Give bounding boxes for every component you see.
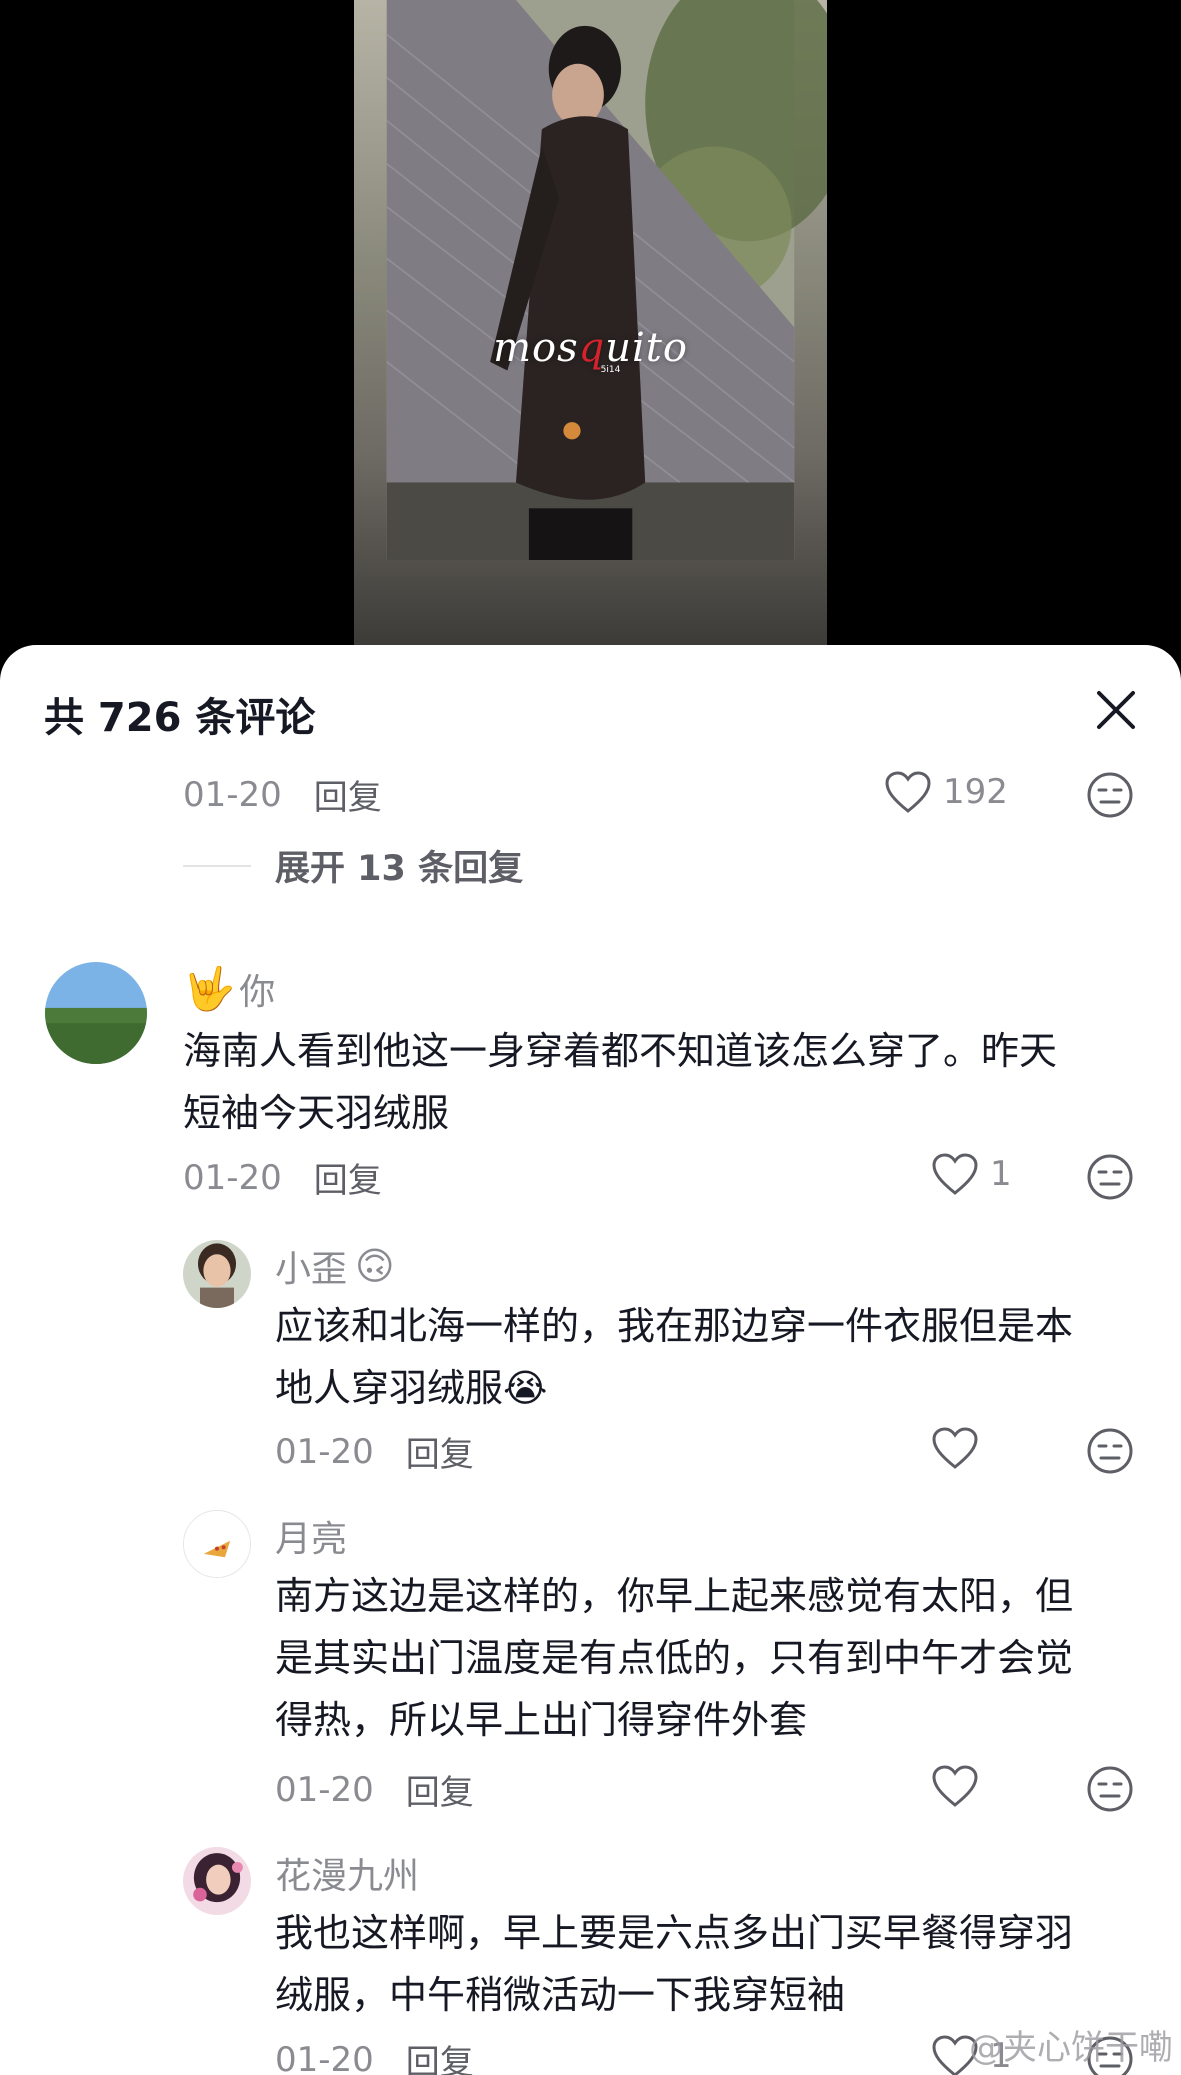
heart-icon	[932, 1427, 978, 1469]
expand-replies-button[interactable]: 展开 13 条回复	[183, 840, 523, 891]
dislike-icon[interactable]	[1085, 1152, 1135, 1202]
comment-text: 海南人看到他这一身穿着都不知道该怎么穿了。昨天 短袖今天羽绒服	[183, 1029, 1058, 1135]
dislike-icon[interactable]	[1085, 1764, 1135, 1814]
heart-icon	[932, 1153, 978, 1195]
video-player[interactable]: mosquito 5i14	[354, 0, 827, 650]
heart-icon	[932, 1765, 978, 1807]
like-button[interactable]: 192	[883, 769, 1008, 815]
comment-date: 01-20	[183, 774, 282, 815]
video-watermark-sub: 5i14	[600, 365, 621, 375]
comment-text: 我也这样啊，早上要是六点多出门买早餐得穿羽 绒服，中午稍微活动一下我穿短袖	[275, 1911, 1074, 2017]
comment-sheet: 共 726 条评论 01-20 回复 192 展开 13 条回复 🤟 你 海南人…	[0, 645, 1181, 2075]
close-icon[interactable]	[1091, 685, 1141, 735]
author-emoji: 🙃	[355, 1244, 395, 1288]
avatar[interactable]	[183, 1510, 251, 1578]
dislike-icon[interactable]	[1085, 770, 1135, 820]
comment-date: 01-20	[275, 1431, 374, 1472]
avatar-image	[183, 1847, 251, 1915]
expand-replies-label: 展开 13 条回复	[275, 849, 524, 889]
like-button[interactable]: 1	[930, 1151, 1012, 1197]
reply-button[interactable]: 回复	[314, 770, 382, 819]
author-emoji: 🤟	[183, 964, 236, 1013]
comment-meta: 01-20 回复	[275, 2035, 474, 2075]
like-count: 192	[943, 772, 1008, 812]
dislike-icon[interactable]	[1085, 1426, 1135, 1476]
reply-button[interactable]: 回复	[406, 1427, 474, 1476]
comment-meta: 01-20 回复	[183, 1153, 382, 1202]
comment-date: 01-20	[275, 1769, 374, 1810]
reply-button[interactable]: 回复	[314, 1153, 382, 1202]
comment-author[interactable]: 小歪 🙃	[275, 1240, 395, 1292]
divider	[183, 864, 251, 867]
avatar[interactable]	[45, 962, 147, 1064]
corner-watermark: @夹心饼干嘞	[969, 2028, 1173, 2068]
comment-author[interactable]: 月亮	[275, 1510, 347, 1562]
avatar-image	[184, 1511, 250, 1577]
comment-text: 南方这边是这样的，你早上起来感觉有太阳，但 是其实出门温度是有点低的，只有到中午…	[275, 1574, 1074, 1742]
comment-meta: 01-20 回复	[275, 1765, 474, 1814]
avatar[interactable]	[183, 1847, 251, 1915]
avatar-image	[183, 1240, 251, 1308]
like-count: 1	[990, 1154, 1012, 1194]
heart-icon	[885, 771, 931, 813]
avatar-image	[45, 962, 147, 1064]
like-button[interactable]	[930, 1763, 980, 1809]
reply-button[interactable]: 回复	[406, 1765, 474, 1814]
reply-button[interactable]: 回复	[406, 2035, 474, 2075]
comment-meta: 01-20 回复	[275, 1427, 474, 1476]
video-frame-image	[386, 0, 827, 560]
comment-text: 应该和北海一样的，我在那边穿一件衣服但是本 地人穿羽绒服😭	[275, 1304, 1074, 1410]
comment-date: 01-20	[183, 1157, 282, 1198]
comment-meta: 01-20 回复	[183, 770, 382, 819]
avatar[interactable]	[183, 1240, 251, 1308]
crying-emoji-icon: 😭	[503, 1366, 548, 1410]
comment-author[interactable]: 花漫九州	[275, 1847, 419, 1899]
like-button[interactable]	[930, 1425, 980, 1471]
comment-count-title: 共 726 条评论	[44, 695, 316, 741]
comment-author[interactable]: 🤟 你	[183, 963, 275, 1015]
comment-date: 01-20	[275, 2039, 374, 2075]
